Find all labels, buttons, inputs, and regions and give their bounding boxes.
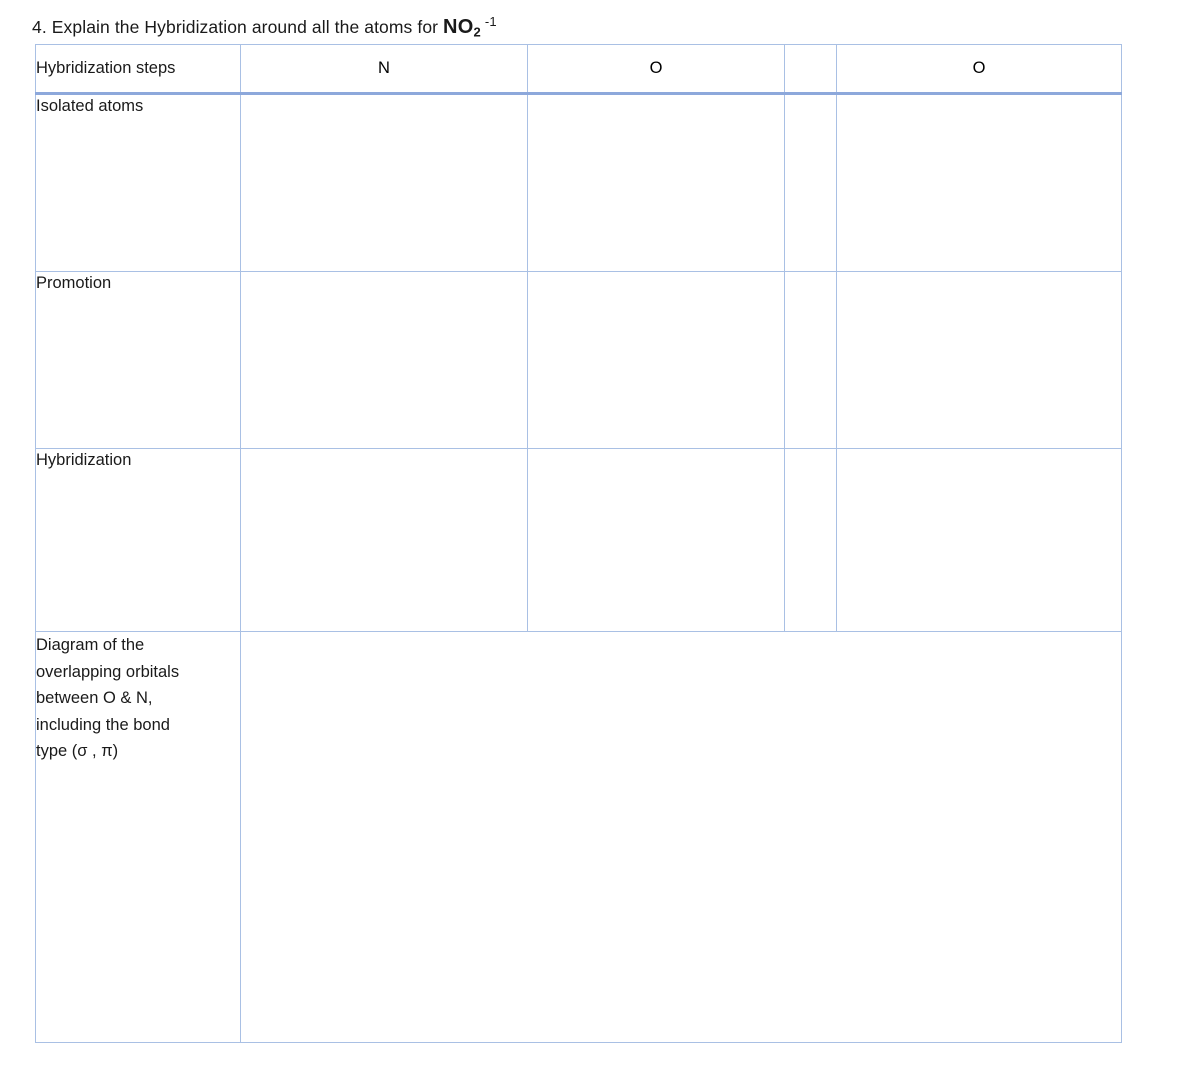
diagram-label-line: type (σ , π) bbox=[36, 742, 119, 760]
answer-cell-promotion-o2[interactable] bbox=[836, 271, 1122, 449]
formula-charge: -1 bbox=[484, 14, 497, 29]
diagram-label-line: between O & N, bbox=[36, 689, 153, 707]
formula-subscript: 2 bbox=[473, 24, 481, 40]
header-cell-atom-o1: O bbox=[527, 44, 785, 95]
answer-cell-promotion-gap[interactable] bbox=[784, 271, 837, 449]
answer-cell-hybridization-o1[interactable] bbox=[527, 448, 785, 632]
header-cell-steps: Hybridization steps bbox=[35, 44, 241, 95]
table-row: Hybridization bbox=[35, 448, 1122, 632]
answer-cell-isolated-o1[interactable] bbox=[527, 93, 785, 272]
diagram-label-line: Diagram of the bbox=[36, 636, 145, 654]
chemical-formula: NO2 bbox=[443, 16, 481, 40]
row-label-orbital-diagram: Diagram of the overlapping orbitals betw… bbox=[35, 631, 241, 1043]
answer-cell-isolated-gap[interactable] bbox=[784, 93, 837, 272]
diagram-label-line: overlapping orbitals bbox=[36, 662, 180, 681]
diagram-label-line: including the bond bbox=[36, 715, 170, 734]
formula-element: NO bbox=[443, 16, 474, 39]
question-prompt: 4. Explain the Hybridization around all … bbox=[32, 9, 497, 45]
table-header-row: Hybridization steps N O O bbox=[35, 44, 1122, 95]
answer-cell-isolated-o2[interactable] bbox=[836, 93, 1122, 272]
row-label-promotion: Promotion bbox=[35, 271, 241, 449]
row-label-hybridization: Hybridization bbox=[35, 448, 241, 632]
answer-cell-promotion-o1[interactable] bbox=[527, 271, 785, 449]
answer-cell-promotion-n[interactable] bbox=[240, 271, 528, 449]
header-cell-atom-n: N bbox=[240, 44, 528, 95]
answer-cell-hybridization-o2[interactable] bbox=[836, 448, 1122, 632]
header-cell-spacer bbox=[784, 44, 837, 95]
answer-cell-hybridization-gap[interactable] bbox=[784, 448, 837, 632]
row-label-isolated-atoms: Isolated atoms bbox=[35, 93, 241, 272]
hybridization-table: Hybridization steps N O O Isolated atoms… bbox=[35, 44, 1122, 1043]
worksheet-page: 4. Explain the Hybridization around all … bbox=[0, 0, 1200, 1070]
answer-cell-orbital-diagram[interactable] bbox=[240, 631, 1122, 1043]
question-text: 4. Explain the Hybridization around all … bbox=[32, 17, 444, 38]
answer-cell-hybridization-n[interactable] bbox=[240, 448, 528, 632]
table-row: Isolated atoms bbox=[35, 93, 1122, 272]
header-cell-atom-o2: O bbox=[836, 44, 1122, 95]
table-row: Promotion bbox=[35, 271, 1122, 449]
table-row-diagram: Diagram of the overlapping orbitals betw… bbox=[35, 631, 1122, 1043]
answer-cell-isolated-n[interactable] bbox=[240, 93, 528, 272]
